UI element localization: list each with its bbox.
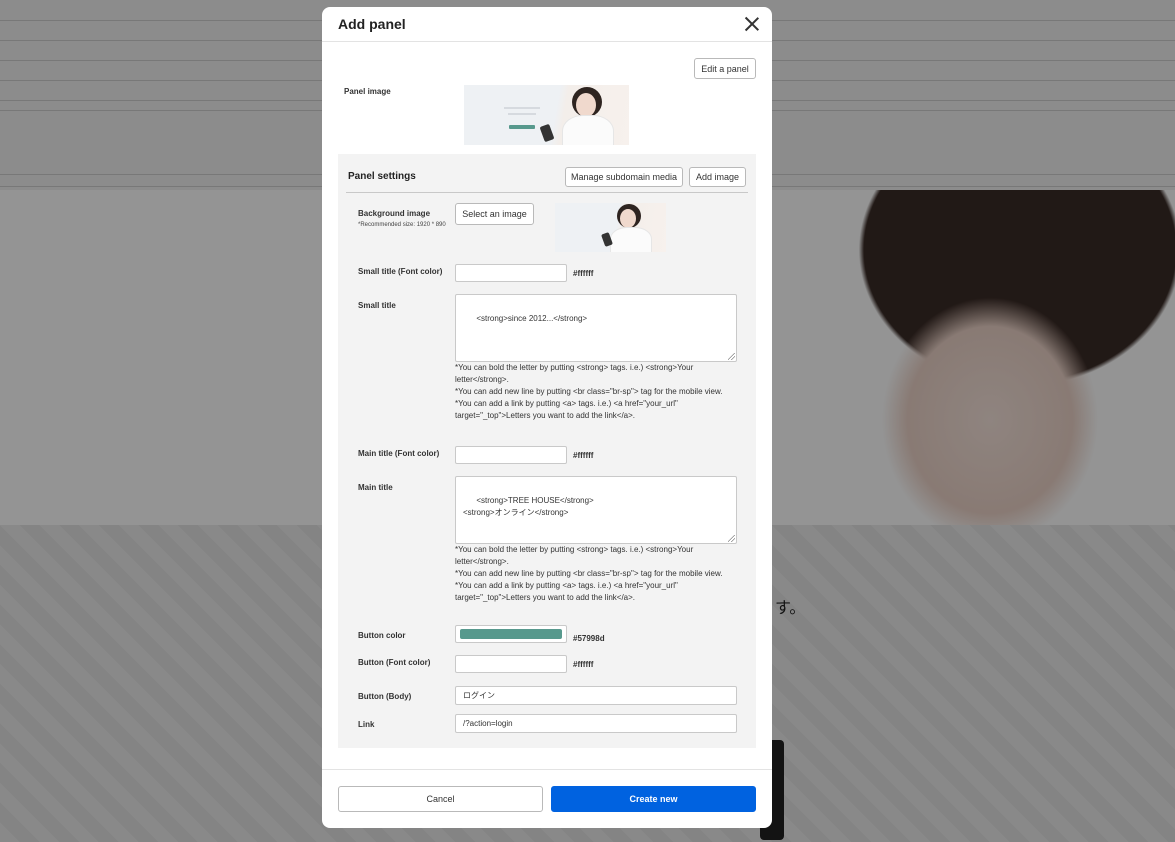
help-bold-text: *You can bold the letter by putting <str… [455,363,694,384]
button-color-hex: #57998d [573,634,605,643]
close-icon[interactable] [744,16,760,32]
cancel-button[interactable]: Cancel [338,786,543,812]
button-body-input[interactable]: ログイン [455,686,737,705]
panel-settings-title: Panel settings [348,171,416,182]
main-title-label: Main title [358,483,393,492]
select-image-button[interactable]: Select an image [455,203,534,225]
create-new-button[interactable]: Create new [551,786,756,812]
dialog-title: Add panel [338,16,406,32]
button-color-picker[interactable] [455,625,567,643]
help-bold-text: *You can bold the letter by putting <str… [455,545,694,566]
panel-settings-section: Panel settings Manage subdomain media Ad… [338,154,756,748]
main-title-font-color-hex: #ffffff [573,451,594,460]
small-title-value: <strong>since 2012...</strong> [476,314,588,323]
add-image-button[interactable]: Add image [689,167,746,187]
small-title-textarea[interactable]: <strong>since 2012...</strong> [455,294,737,362]
button-font-color-label: Button (Font color) [358,658,431,667]
main-title-font-color-input[interactable] [455,446,567,464]
main-title-value: <strong>TREE HOUSE</strong> <strong>オンライ… [463,496,594,517]
small-title-font-color-input[interactable] [455,264,567,282]
help-newline-text: *You can add new line by putting <br cla… [455,387,723,396]
button-color-swatch [460,629,562,639]
link-label: Link [358,720,375,729]
help-link-text: *You can add a link by putting <a> tags.… [455,399,678,420]
recommended-size-note: *Recommended size: 1920 * 890 [358,221,446,228]
resize-handle-icon[interactable] [728,353,735,360]
small-title-font-color-hex: #ffffff [573,269,594,278]
panel-image-label: Panel image [344,87,391,96]
small-title-help: *You can bold the letter by putting <str… [455,362,740,422]
resize-handle-icon[interactable] [728,535,735,542]
button-body-label: Button (Body) [358,692,412,701]
background-image-label: Background image [358,209,431,218]
main-title-textarea[interactable]: <strong>TREE HOUSE</strong> <strong>オンライ… [455,476,737,544]
button-font-color-input[interactable] [455,655,567,673]
help-link-text: *You can add a link by putting <a> tags.… [455,581,678,602]
main-title-font-color-label: Main title (Font color) [358,449,440,458]
background-image-preview [555,203,666,252]
panel-image-preview [464,85,629,145]
add-panel-dialog: Add panel Edit a panel Panel image Panel… [322,7,772,828]
manage-subdomain-media-button[interactable]: Manage subdomain media [565,167,683,187]
background-image-field: Background image *Recommended size: 1920… [358,209,448,230]
dialog-footer-divider [322,769,772,770]
dialog-header: Add panel [322,7,772,42]
small-title-label: Small title [358,301,396,310]
help-newline-text: *You can add new line by putting <br cla… [455,569,723,578]
settings-divider [346,192,748,193]
edit-panel-button[interactable]: Edit a panel [694,58,756,79]
main-title-help: *You can bold the letter by putting <str… [455,544,740,604]
button-font-color-hex: #ffffff [573,660,594,669]
button-color-label: Button color [358,631,406,640]
small-title-font-color-label: Small title (Font color) [358,267,443,276]
link-input[interactable]: /?action=login [455,714,737,733]
